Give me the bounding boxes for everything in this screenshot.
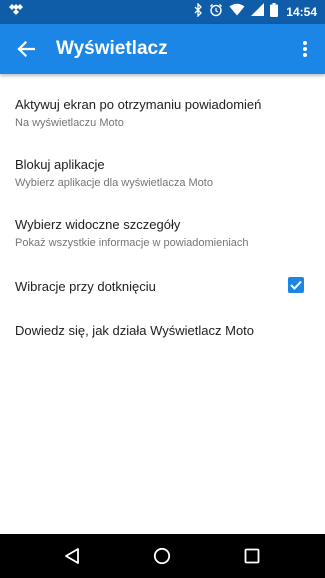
setting-subtitle: Wybierz aplikacje dla wyświetlacza Moto: [15, 177, 213, 189]
bluetooth-icon: [193, 1, 203, 22]
setting-block-apps[interactable]: Blokuj aplikacje Wybierz aplikacje dla w…: [0, 150, 325, 206]
page-title: Wyświetlacz: [56, 38, 168, 59]
setting-activate-screen[interactable]: Aktywuj ekran po otrzymaniu powiadomień …: [0, 90, 325, 146]
setting-subtitle: Na wyświetlaczu Moto: [15, 117, 124, 129]
alarm-icon: [209, 3, 223, 22]
signal-icon: [251, 3, 265, 21]
setting-title: Aktywuj ekran po otrzymaniu powiadomień: [15, 97, 262, 112]
vibration-checkbox[interactable]: [288, 277, 304, 293]
nav-recents-icon[interactable]: [228, 534, 276, 578]
navigation-bar: [0, 534, 325, 578]
battery-icon: [270, 2, 279, 22]
setting-title: Wybierz widoczne szczegóły: [15, 217, 181, 232]
setting-subtitle: Pokaż wszystkie informacje w powiadomien…: [15, 237, 249, 249]
nav-home-icon[interactable]: [138, 534, 186, 578]
setting-title: Blokuj aplikacje: [15, 157, 105, 172]
status-bar: 14:54: [0, 0, 325, 24]
checkmark-icon: [290, 280, 302, 290]
clock-time: 14:54: [286, 5, 317, 19]
back-arrow-icon[interactable]: [14, 37, 38, 61]
overflow-menu-icon[interactable]: [295, 37, 315, 61]
setting-title: Wibracje przy dotknięciu: [15, 279, 156, 294]
wifi-icon: [229, 3, 245, 21]
setting-visible-details[interactable]: Wybierz widoczne szczegóły Pokaż wszystk…: [0, 210, 325, 266]
nav-back-icon[interactable]: [48, 534, 96, 578]
setting-title: Dowiedz się, jak działa Wyświetlacz Moto: [15, 323, 255, 338]
tidal-icon: [8, 3, 24, 21]
app-bar: Wyświetlacz: [0, 24, 325, 74]
setting-learn-more[interactable]: Dowiedz się, jak działa Wyświetlacz Moto: [0, 314, 325, 350]
setting-touch-vibration[interactable]: Wibracje przy dotknięciu: [0, 270, 325, 306]
